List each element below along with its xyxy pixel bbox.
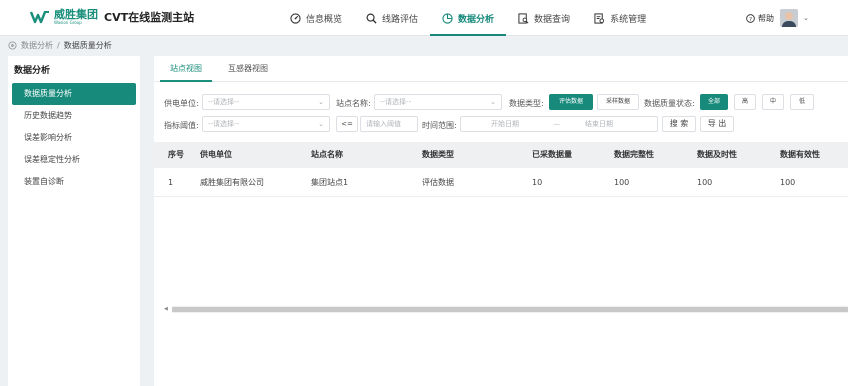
breadcrumb-root[interactable]: 数据分析	[21, 40, 53, 51]
chevron-down-icon[interactable]: ⌄	[803, 14, 809, 22]
threshold-placeholder: 请输入阈值	[366, 120, 401, 128]
table-cell: 威胜集团有限公司	[200, 178, 264, 187]
sidebar-item-data-quality[interactable]: 数据质量分析	[12, 83, 136, 105]
supply-unit-select[interactable]: --请选择-- ⌄	[202, 94, 330, 110]
svg-text:?: ?	[749, 16, 752, 22]
nav-item-label: 线路评估	[382, 14, 419, 25]
table-cell: 100	[614, 178, 630, 187]
table-cell: 100	[780, 178, 796, 187]
date-range-separator: —	[553, 120, 560, 128]
station-name-placeholder: --请选择--	[380, 98, 412, 106]
metric-threshold-placeholder: --请选择--	[208, 120, 240, 128]
table-cell: 10	[532, 178, 543, 187]
chevron-down-icon: ⌄	[318, 120, 324, 128]
start-date-input[interactable]: 开始日期	[491, 117, 519, 131]
nav-item-label: 数据分析	[458, 14, 495, 25]
quality-status-low-button[interactable]: 低	[790, 94, 814, 110]
quality-status-label: 数据质量状态:	[644, 99, 695, 108]
quality-status-all-button[interactable]: 全部	[700, 94, 728, 110]
tab-transformer-view[interactable]: 互感器视图	[218, 56, 278, 82]
search-button[interactable]: 搜 索	[662, 116, 696, 132]
column-header[interactable]: 已采数据量	[532, 142, 572, 168]
data-type-sampling-button[interactable]: 采样数据	[597, 94, 639, 110]
sidebar-item-self-diagnosis[interactable]: 装置自诊断	[12, 171, 136, 193]
sidebar-item-history-trend[interactable]: 历史数据趋势	[12, 105, 136, 127]
sidebar: 数据分析 数据质量分析 历史数据趋势 误差影响分析 误差稳定性分析 装置自诊断	[8, 56, 140, 386]
table-row[interactable]: 1 威胜集团有限公司 集团站点1 评估数据 10 100 100 100	[154, 169, 848, 197]
sidebar-item-error-impact[interactable]: 误差影响分析	[12, 127, 136, 149]
column-header[interactable]: 数据类型	[422, 142, 454, 168]
station-name-label: 站点名称:	[336, 99, 371, 108]
brand-name: 威胜集团	[54, 8, 98, 21]
avatar[interactable]	[780, 9, 798, 27]
time-range-label: 时间范围:	[422, 121, 457, 130]
export-button[interactable]: 导 出	[700, 116, 734, 132]
column-header[interactable]: 站点名称	[311, 142, 343, 168]
scroll-left-arrow-icon[interactable]: ◀	[164, 306, 168, 313]
breadcrumb-separator: /	[57, 41, 60, 50]
column-header[interactable]: 数据完整性	[614, 142, 654, 168]
brand-logo[interactable]: 威胜集团 Wasion Group CVT在线监测主站	[30, 9, 194, 25]
table-cell: 100	[697, 178, 713, 187]
threshold-input[interactable]: 请输入阈值	[360, 116, 418, 132]
pie-chart-icon	[442, 12, 453, 24]
main-panel: 站点视图 互感器视图 供电单位: --请选择-- ⌄ 站点名称: --请选择--…	[154, 56, 848, 386]
settings-doc-icon	[594, 12, 605, 24]
metric-threshold-select[interactable]: --请选择-- ⌄	[202, 116, 330, 132]
supply-unit-label: 供电单位:	[164, 99, 199, 108]
metric-threshold-label: 指标阈值:	[164, 121, 199, 130]
brand-logo-icon	[30, 11, 49, 24]
nav-item-label: 数据查询	[534, 14, 571, 25]
scrollbar-thumb[interactable]	[172, 307, 848, 312]
main-nav: 信息概览 线路评估 数据分析 数据查询 系统管理	[278, 0, 658, 36]
column-header[interactable]: 供电单位	[200, 142, 232, 168]
nav-item-system-management[interactable]: 系统管理	[582, 0, 658, 36]
quality-status-medium-button[interactable]: 中	[762, 94, 784, 110]
table-cell: 评估数据	[422, 178, 454, 187]
top-bar: 威胜集团 Wasion Group CVT在线监测主站 信息概览 线路评估 数据…	[0, 0, 848, 36]
supply-unit-placeholder: --请选择--	[208, 98, 240, 106]
data-type-label: 数据类型:	[509, 99, 544, 108]
search-icon	[366, 13, 377, 24]
document-search-icon	[518, 12, 529, 24]
help-icon[interactable]: ?	[746, 13, 755, 23]
help-link[interactable]: 帮助	[758, 13, 774, 24]
quality-status-high-button[interactable]: 高	[734, 94, 756, 110]
chevron-down-icon: ⌄	[490, 98, 496, 106]
end-date-input[interactable]: 结束日期	[585, 117, 613, 131]
tab-station-view[interactable]: 站点视图	[160, 56, 212, 82]
brand-name-en: Wasion Group	[54, 20, 82, 25]
table-cell: 集团站点1	[311, 178, 349, 187]
chevron-down-icon: ⌄	[318, 98, 324, 106]
horizontal-scrollbar[interactable]	[172, 306, 848, 313]
nav-item-label: 信息概览	[306, 14, 343, 25]
table-header: 序号 供电单位 站点名称 数据类型 已采数据量 数据完整性 数据及时性 数据有效…	[154, 142, 848, 168]
nav-item-line-evaluation[interactable]: 线路评估	[354, 0, 430, 36]
sidebar-title: 数据分析	[14, 66, 51, 76]
help-area: ? 帮助 ⌄	[746, 0, 809, 36]
column-header[interactable]: 数据有效性	[780, 142, 820, 168]
breadcrumb: 数据分析 / 数据质量分析	[8, 40, 112, 51]
sidebar-item-error-stability[interactable]: 误差稳定性分析	[12, 149, 136, 171]
data-type-evaluation-button[interactable]: 评估数据	[549, 94, 593, 110]
nav-item-data-query[interactable]: 数据查询	[506, 0, 582, 36]
column-header[interactable]: 数据及时性	[697, 142, 737, 168]
nav-item-data-analysis[interactable]: 数据分析	[430, 0, 507, 36]
view-tabs: 站点视图 互感器视图	[154, 56, 848, 82]
date-range-picker[interactable]: 开始日期 — 结束日期	[460, 116, 658, 132]
station-name-select[interactable]: --请选择-- ⌄	[374, 94, 502, 110]
nav-item-overview[interactable]: 信息概览	[278, 0, 354, 36]
table-cell: 1	[168, 178, 174, 187]
column-header[interactable]: 序号	[168, 142, 184, 168]
breadcrumb-current: 数据质量分析	[63, 41, 112, 50]
location-icon	[8, 41, 17, 50]
dashboard-icon	[290, 12, 301, 24]
nav-item-label: 系统管理	[610, 14, 647, 25]
operator-select[interactable]: <=	[336, 116, 358, 132]
app-title: CVT在线监测主站	[104, 11, 195, 24]
